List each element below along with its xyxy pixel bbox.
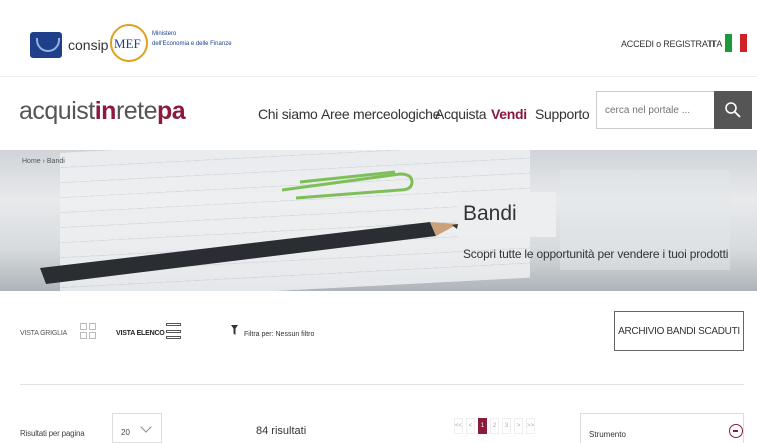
site-logo[interactable]: acquistinretepa bbox=[19, 97, 186, 126]
pagination-page-current[interactable]: 1 bbox=[478, 418, 487, 434]
results-per-page-select[interactable]: 20 bbox=[112, 413, 162, 443]
mef-subtitle-line1: Ministero bbox=[152, 31, 177, 37]
login-register-link[interactable]: ACCEDI o REGISTRATI bbox=[621, 39, 715, 49]
strumento-filter-label: Strumento bbox=[589, 430, 626, 439]
pagination-page[interactable]: 3 bbox=[502, 418, 511, 434]
section-divider bbox=[20, 384, 744, 385]
results-count: 84 risultati bbox=[256, 425, 307, 437]
page-title: Bandi bbox=[463, 202, 517, 225]
results-per-page-label: Risultati per pagina bbox=[20, 429, 85, 438]
breadcrumb[interactable]: Home › Bandi bbox=[22, 158, 65, 165]
pagination-prev[interactable]: < bbox=[466, 418, 475, 434]
grid-view-toggle[interactable]: VISTA GRIGLIA bbox=[20, 330, 67, 337]
hero-banner: Home › Bandi Bandi Scopri tutte le oppor… bbox=[0, 150, 757, 291]
header-divider bbox=[0, 76, 757, 77]
filter-icon[interactable] bbox=[231, 325, 238, 335]
nav-chi-siamo[interactable]: Chi siamo bbox=[258, 106, 318, 122]
search-icon bbox=[725, 102, 741, 118]
pagination-next[interactable]: > bbox=[514, 418, 523, 434]
nav-vendi[interactable]: Vendi bbox=[491, 106, 527, 122]
list-view-toggle[interactable]: VISTA ELENCO bbox=[116, 330, 165, 337]
pagination-last[interactable]: >> bbox=[526, 418, 535, 434]
pagination-first[interactable]: << bbox=[454, 418, 463, 434]
nav-supporto[interactable]: Supporto bbox=[535, 106, 590, 122]
mef-logo-text: MEF bbox=[114, 36, 141, 51]
mef-subtitle-line2: dell'Economia e delle Finanze bbox=[152, 41, 232, 47]
consip-label[interactable]: consip bbox=[68, 37, 108, 53]
nav-aree-merceologiche[interactable]: Aree merceologiche bbox=[321, 106, 440, 122]
pagination-page[interactable]: 2 bbox=[490, 418, 499, 434]
top-bar: consip MEF Ministero dell'Economia e del… bbox=[0, 0, 757, 76]
search-button[interactable] bbox=[714, 91, 752, 129]
page-subtitle: Scopri tutte le opportunità per vendere … bbox=[463, 247, 729, 261]
collapse-icon[interactable] bbox=[729, 424, 743, 438]
grid-view-icon[interactable] bbox=[80, 323, 96, 339]
list-view-icon[interactable] bbox=[166, 323, 181, 339]
archive-expired-tenders-button[interactable]: ARCHIVIO BANDI SCADUTI bbox=[614, 311, 744, 351]
consip-logo-icon[interactable] bbox=[30, 32, 62, 58]
italian-flag-icon[interactable] bbox=[725, 34, 747, 52]
stationery-illustration bbox=[40, 170, 730, 284]
search-input[interactable] bbox=[596, 91, 714, 129]
pagination: << < 1 2 3 > >> bbox=[454, 418, 535, 434]
nav-acquista[interactable]: Acquista bbox=[435, 106, 487, 122]
language-selector[interactable]: ITA bbox=[709, 39, 722, 49]
filter-status[interactable]: Filtra per: Nessun filtro bbox=[244, 331, 314, 338]
